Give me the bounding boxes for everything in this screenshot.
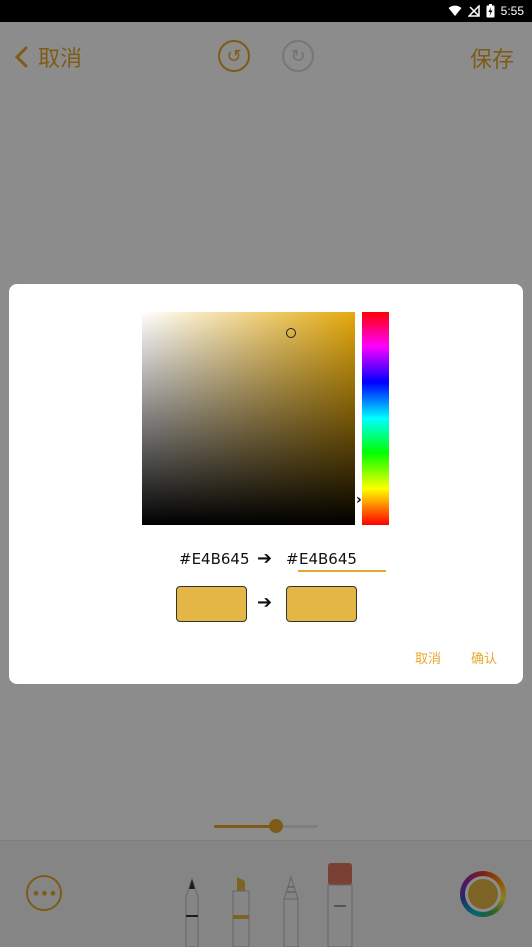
hue-marker-icon[interactable]: › [356,492,362,508]
dialog-confirm-button[interactable]: 确认 [471,648,497,667]
hue-slider[interactable] [362,312,389,525]
saturation-value-marker[interactable] [286,328,296,338]
arrow-right-icon: ➔ [257,592,273,613]
status-icons: 5:55 [448,3,524,19]
arrow-right-icon: ➔ [257,548,273,569]
no-signal-icon [467,5,480,17]
hex-input[interactable] [298,548,386,572]
saturation-value-picker[interactable] [142,312,355,525]
wifi-icon [448,5,462,16]
status-bar: 5:55 [0,0,532,22]
dialog-cancel-button[interactable]: 取消 [415,648,441,667]
hex-row: #E4B645 ➔ # [9,548,523,572]
color-picker-dialog: › #E4B645 ➔ # ➔ 取消 确认 [9,284,523,684]
hex-hash-label: # [286,550,299,568]
status-time: 5:55 [500,4,524,18]
battery-charging-icon [486,4,495,18]
old-hex-label: #E4B645 [179,550,250,568]
new-color-swatch [286,586,357,622]
old-color-swatch [176,586,247,622]
